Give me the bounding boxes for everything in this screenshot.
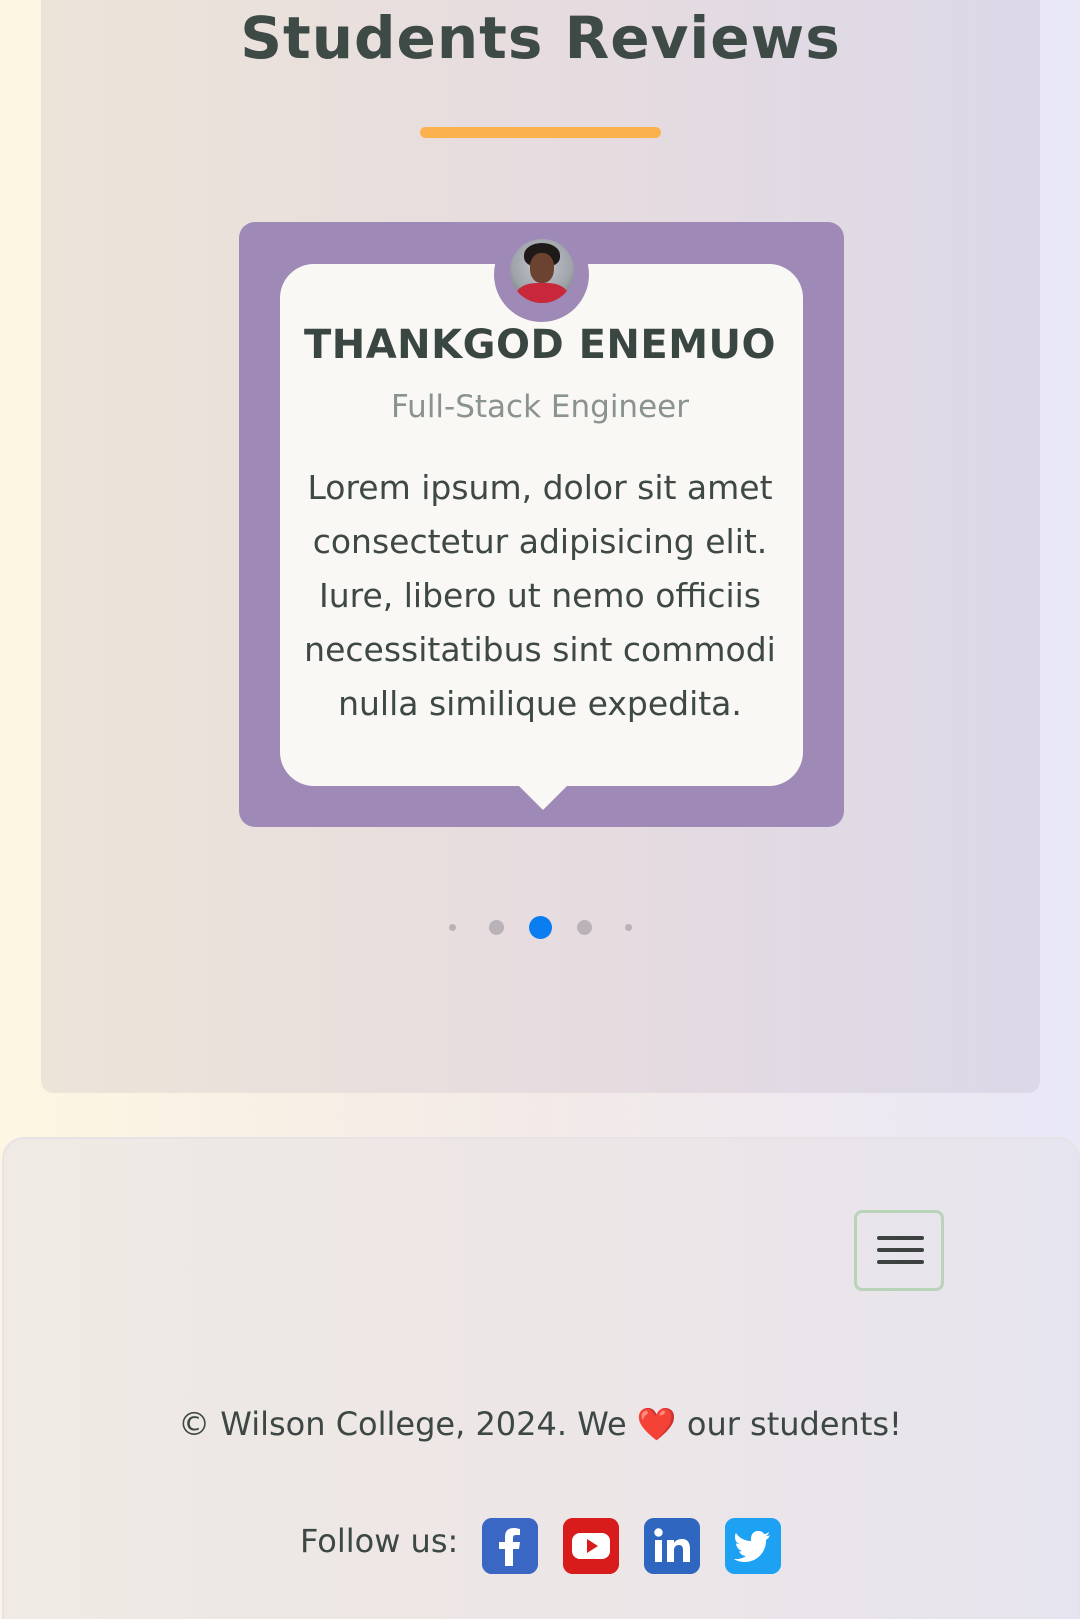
heart-icon: ❤️: [636, 1405, 677, 1443]
avatar: [510, 239, 574, 303]
copyright-before: © Wilson College, 2024. We: [178, 1405, 627, 1443]
twitter-link[interactable]: [725, 1518, 781, 1574]
twitter-icon: [725, 1518, 781, 1574]
carousel-dots: [0, 915, 1080, 939]
facebook-icon: [482, 1518, 538, 1574]
youtube-link[interactable]: [563, 1518, 619, 1574]
avatar-ring: [494, 227, 589, 322]
facebook-link[interactable]: [482, 1518, 538, 1574]
section-title: Students Reviews: [240, 4, 841, 72]
linkedin-link[interactable]: [644, 1518, 700, 1574]
copyright-text: © Wilson College, 2024. We ❤️ our studen…: [0, 1405, 1080, 1443]
carousel-dot-1[interactable]: [449, 924, 456, 931]
reviewer-role: Full-Stack Engineer: [391, 389, 689, 425]
review-text: Lorem ipsum, dolor sit amet consectetur …: [304, 468, 776, 723]
bubble-tail: [509, 776, 577, 810]
follow-label: Follow us:: [300, 1522, 459, 1560]
title-underline: [420, 127, 661, 138]
menu-toggle-button[interactable]: [854, 1210, 944, 1291]
carousel-dot-3[interactable]: [529, 916, 552, 939]
youtube-icon: [563, 1518, 619, 1574]
copyright-after: our students!: [686, 1405, 902, 1443]
carousel-dot-2[interactable]: [489, 920, 504, 935]
reviewer-name: THANKGOD ENEMUO: [303, 322, 777, 368]
carousel-dot-4[interactable]: [577, 920, 592, 935]
linkedin-icon: [644, 1518, 700, 1574]
carousel-dot-5[interactable]: [625, 924, 632, 931]
